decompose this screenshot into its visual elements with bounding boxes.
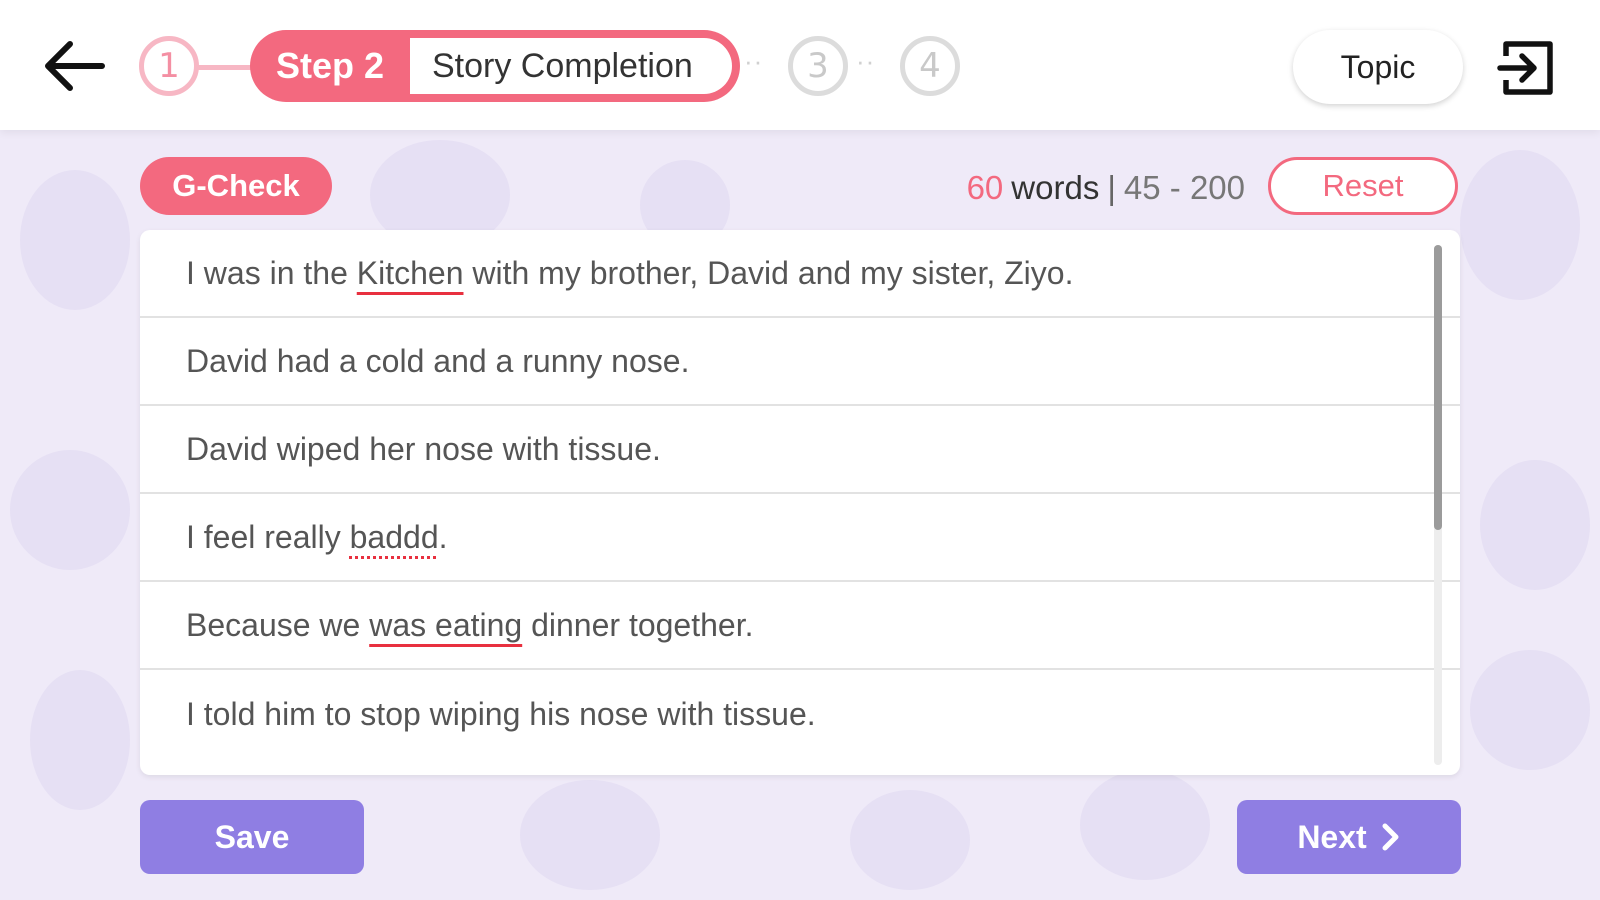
grammar-error-highlight[interactable]: Kitchen xyxy=(357,255,464,292)
next-label: Next xyxy=(1297,818,1367,855)
sentence-text: David wiped her nose with tissue. xyxy=(186,430,661,467)
word-count: 60 words | 45 - 200 xyxy=(900,163,1245,213)
sentence-row[interactable]: I told him to stop wiping his nose with … xyxy=(140,670,1460,758)
step-3-indicator: 3 xyxy=(788,36,848,96)
step-1-indicator: 1 xyxy=(139,36,199,96)
save-button[interactable]: Save xyxy=(140,800,364,874)
sentence-text: I feel really xyxy=(186,518,350,555)
sentence-row[interactable]: I was in the Kitchen with my brother, Da… xyxy=(140,230,1460,318)
exit-button[interactable] xyxy=(1494,36,1560,100)
sentence-text: Because we xyxy=(186,606,370,643)
current-step-number: Step 2 xyxy=(275,45,385,86)
current-step-pill: Step 2 Story Completion xyxy=(250,30,740,102)
top-bar: 1 Step 2 Story Completion ·· 3 ·· 4 Topi… xyxy=(0,0,1600,130)
word-count-label: words xyxy=(1011,169,1100,206)
sentence-text: David had a cold and a runny nose. xyxy=(186,342,690,379)
sentence-text: with my brother, David and my sister, Zi… xyxy=(463,254,1074,291)
sentence-text: I was in the xyxy=(186,254,357,291)
sentence-text: . xyxy=(438,518,448,555)
reset-button[interactable]: Reset xyxy=(1268,157,1458,215)
step-4-indicator: 4 xyxy=(900,36,960,96)
grammar-error-highlight[interactable]: was eating xyxy=(369,607,522,644)
sentence-text: I told him to stop wiping his nose with … xyxy=(186,695,816,732)
g-check-button[interactable]: G-Check xyxy=(140,157,332,215)
step-dots: ·· xyxy=(744,46,764,76)
back-button[interactable] xyxy=(40,34,110,98)
sentence-row[interactable]: David wiped her nose with tissue. xyxy=(140,406,1460,494)
next-button[interactable]: Next xyxy=(1237,800,1461,874)
word-count-separator: | xyxy=(1107,169,1116,206)
current-step-name: Story Completion xyxy=(410,38,732,94)
exit-icon xyxy=(1497,41,1553,95)
word-count-value: 60 xyxy=(966,169,1004,206)
scrollbar-thumb[interactable] xyxy=(1434,245,1442,530)
step-dots: ·· xyxy=(856,46,876,76)
topic-button[interactable]: Topic xyxy=(1293,30,1463,104)
sentence-text: dinner together. xyxy=(522,606,754,643)
scrollbar[interactable] xyxy=(1434,245,1442,765)
chevron-right-icon xyxy=(1382,823,1399,851)
back-arrow-icon xyxy=(45,41,105,91)
sentence-row[interactable]: Because we was eating dinner together. xyxy=(140,582,1460,670)
sentence-row[interactable]: I feel really baddd. xyxy=(140,494,1460,582)
sentence-list: I was in the Kitchen with my brother, Da… xyxy=(140,230,1460,775)
step-connector xyxy=(196,65,254,70)
spelling-error-highlight[interactable]: baddd xyxy=(350,519,439,556)
sentence-row[interactable]: David had a cold and a runny nose. xyxy=(140,318,1460,406)
word-range: 45 - 200 xyxy=(1123,169,1245,206)
